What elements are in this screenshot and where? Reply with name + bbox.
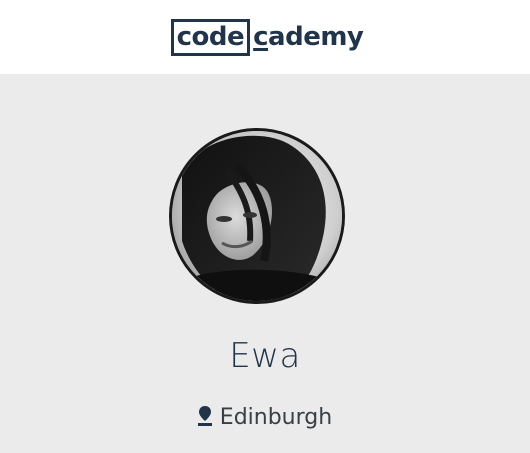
logo-box-text: code: [170, 18, 251, 56]
logo-rest-text: cademy: [253, 22, 364, 52]
logo-underlined-letter: c: [253, 22, 269, 52]
top-header: code cademy: [0, 0, 530, 74]
map-pin-icon: [197, 405, 212, 427]
user-photo-icon: [172, 131, 342, 301]
profile-card: Ewa Edinburgh: [0, 74, 530, 453]
codecademy-logo[interactable]: code cademy: [170, 18, 364, 56]
location-text: Edinburgh: [219, 405, 333, 430]
logo-tail-text: ademy: [268, 22, 364, 52]
avatar: [169, 128, 345, 304]
user-name: Ewa: [229, 336, 301, 376]
user-location: Edinburgh: [0, 405, 530, 430]
